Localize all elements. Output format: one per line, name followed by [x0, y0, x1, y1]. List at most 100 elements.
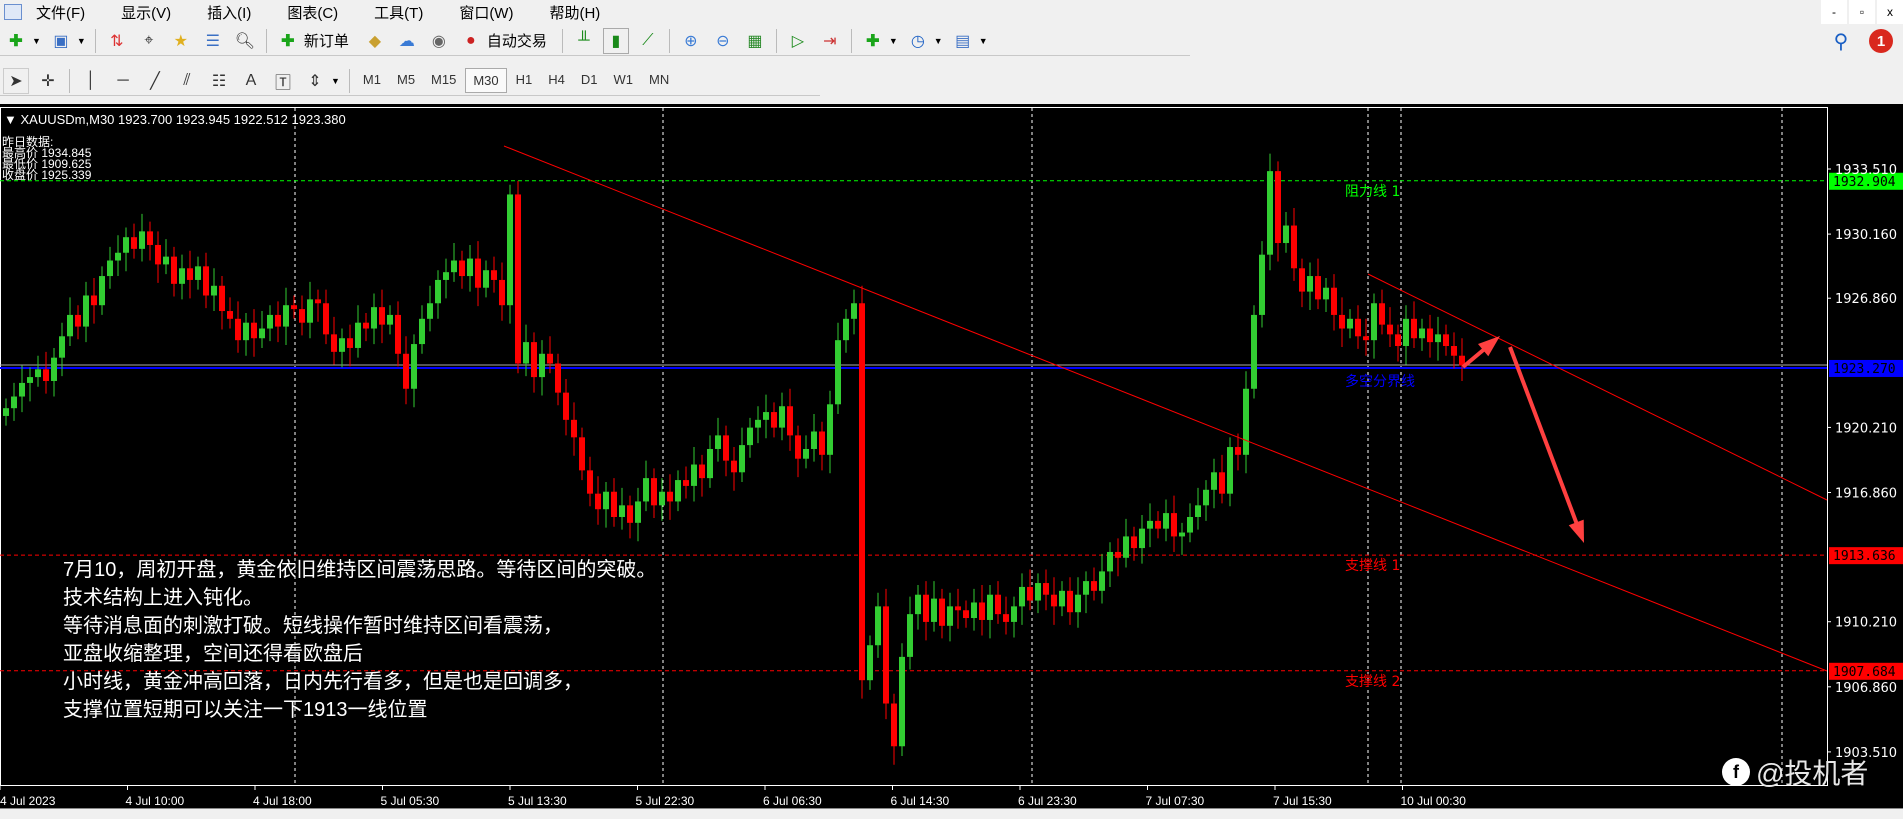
line-chart-icon[interactable]: ⟋: [635, 28, 661, 54]
timeframe-h1[interactable]: H1: [509, 68, 540, 93]
candle-body: [315, 299, 321, 304]
notifications-badge[interactable]: 1: [1869, 29, 1893, 53]
chevron-down-icon[interactable]: ▼: [979, 36, 988, 46]
timeframe-m15[interactable]: M15: [424, 68, 463, 93]
collapse-triangle-icon[interactable]: ▼: [4, 112, 17, 127]
data-window-icon[interactable]: ⌖: [136, 28, 162, 54]
timeframe-m5[interactable]: M5: [390, 68, 422, 93]
vertical-line-icon[interactable]: │: [78, 68, 104, 94]
channel-icon[interactable]: ⫽: [174, 68, 200, 94]
candle-body: [555, 363, 561, 393]
auto-trading-button[interactable]: 自动交易: [487, 30, 547, 51]
time-tick-label: 10 Jul 00:30: [1401, 794, 1467, 808]
candle-body: [1067, 590, 1073, 613]
chart-symbol-header: ▼ XAUUSDm,M30 1923.700 1923.945 1922.512…: [4, 112, 346, 127]
candle-body: [619, 505, 625, 517]
profiles-icon[interactable]: ▣: [48, 28, 74, 54]
candle-body: [1043, 583, 1049, 595]
metaeditor-icon[interactable]: ◆: [362, 28, 388, 54]
candle-body: [43, 369, 49, 381]
horizontal-line-icon[interactable]: ─: [110, 68, 136, 94]
note-line: 技术结构上进入钝化。: [63, 587, 263, 609]
tile-windows-icon[interactable]: ▦: [742, 28, 768, 54]
terminal-icon[interactable]: ☰: [200, 28, 226, 54]
candle-body: [643, 478, 649, 502]
candle-body: [867, 645, 873, 681]
chart-shift-icon[interactable]: ⇥: [817, 28, 843, 54]
candle-body: [955, 606, 961, 611]
auto-trading-icon[interactable]: ●: [458, 28, 484, 54]
candlestick-chart-icon[interactable]: ▮: [602, 27, 629, 54]
candle-body: [1131, 536, 1137, 549]
periods-clock-icon[interactable]: ◷: [905, 28, 931, 54]
templates-icon[interactable]: ▤: [950, 28, 976, 54]
menu-tools[interactable]: 工具(T): [374, 2, 423, 23]
timeframe-m1[interactable]: M1: [356, 68, 388, 93]
candle-body: [299, 309, 305, 323]
zoom-in-icon[interactable]: ⊕: [678, 28, 704, 54]
time-tick-label: 4 Jul 2023: [0, 794, 56, 808]
menu-view[interactable]: 显示(V): [121, 2, 171, 23]
timeframe-w1[interactable]: W1: [607, 68, 641, 93]
timeframe-mn[interactable]: MN: [642, 68, 676, 93]
price-tick-label: 1933.510: [1835, 163, 1897, 178]
candle-body: [403, 353, 409, 389]
cloud-icon[interactable]: ☁: [394, 28, 420, 54]
chevron-down-icon[interactable]: ▼: [889, 36, 898, 46]
navigator-icon[interactable]: ★: [168, 28, 194, 54]
auto-scroll-icon[interactable]: ▷: [785, 28, 811, 54]
timeframe-m30[interactable]: M30: [465, 68, 507, 93]
restore-button[interactable]: ▫: [1849, 0, 1875, 24]
menu-insert[interactable]: 插入(I): [207, 2, 251, 23]
candle-body: [1099, 571, 1105, 591]
analysis-note: 7月10，周初开盘，黄金依旧维持区间震荡思路。等待区间的突破。 技术结构上进入钝化…: [63, 556, 656, 724]
new-order-icon[interactable]: ✚: [275, 28, 301, 54]
candle-body: [1291, 225, 1297, 269]
trendline-icon[interactable]: ╱: [142, 68, 168, 94]
chevron-down-icon[interactable]: ▼: [32, 36, 41, 46]
menu-window[interactable]: 窗口(W): [459, 2, 513, 23]
candle-body: [883, 606, 889, 704]
candle-body: [1203, 489, 1209, 506]
candle-body: [275, 314, 281, 327]
candle-body: [1219, 472, 1225, 494]
menu-file[interactable]: 文件(F): [36, 2, 85, 23]
fibonacci-icon[interactable]: ☷: [206, 68, 232, 94]
new-chart-icon[interactable]: ✚: [3, 28, 29, 54]
candle-body: [355, 322, 361, 348]
search-icon[interactable]: ⚲: [1828, 28, 1854, 54]
text-tool-icon[interactable]: A: [238, 68, 264, 94]
chart-tabs-bar[interactable]: [0, 808, 1903, 819]
timeframe-h4[interactable]: H4: [541, 68, 572, 93]
time-tick-label: 4 Jul 10:00: [126, 794, 185, 808]
indicators-icon[interactable]: ✚: [860, 28, 886, 54]
menu-help[interactable]: 帮助(H): [549, 2, 600, 23]
candle-body: [1443, 334, 1449, 347]
zoom-out-icon[interactable]: ⊖: [710, 28, 736, 54]
candle-body: [675, 480, 681, 502]
candle-body: [1051, 594, 1057, 607]
bar-chart-icon[interactable]: ╨: [571, 28, 597, 54]
market-watch-icon[interactable]: ⇅: [104, 28, 130, 54]
cursor-icon[interactable]: ➤: [3, 67, 29, 94]
text-label-icon[interactable]: 🅃: [270, 68, 296, 94]
minimize-button[interactable]: -: [1821, 0, 1847, 24]
strategy-tester-icon[interactable]: 🔍︎: [232, 28, 258, 54]
chevron-down-icon[interactable]: ▼: [934, 36, 943, 46]
chevron-down-icon[interactable]: ▼: [77, 36, 86, 46]
candle-body: [227, 311, 233, 319]
candle-body: [347, 338, 353, 348]
crosshair-icon[interactable]: ✛: [35, 68, 61, 94]
timeframe-d1[interactable]: D1: [574, 68, 605, 93]
new-order-button[interactable]: 新订单: [304, 30, 349, 51]
candle-body: [475, 258, 481, 288]
menu-charts[interactable]: 图表(C): [287, 2, 338, 23]
candle-body: [1243, 388, 1249, 455]
signals-icon[interactable]: ◉: [426, 28, 452, 54]
chevron-down-icon[interactable]: ▼: [331, 76, 340, 86]
candle-body: [1107, 551, 1113, 572]
candle-body: [659, 491, 665, 506]
candle-body: [547, 353, 553, 364]
close-button[interactable]: x: [1877, 0, 1903, 24]
arrows-icon[interactable]: ⇕: [302, 68, 328, 94]
